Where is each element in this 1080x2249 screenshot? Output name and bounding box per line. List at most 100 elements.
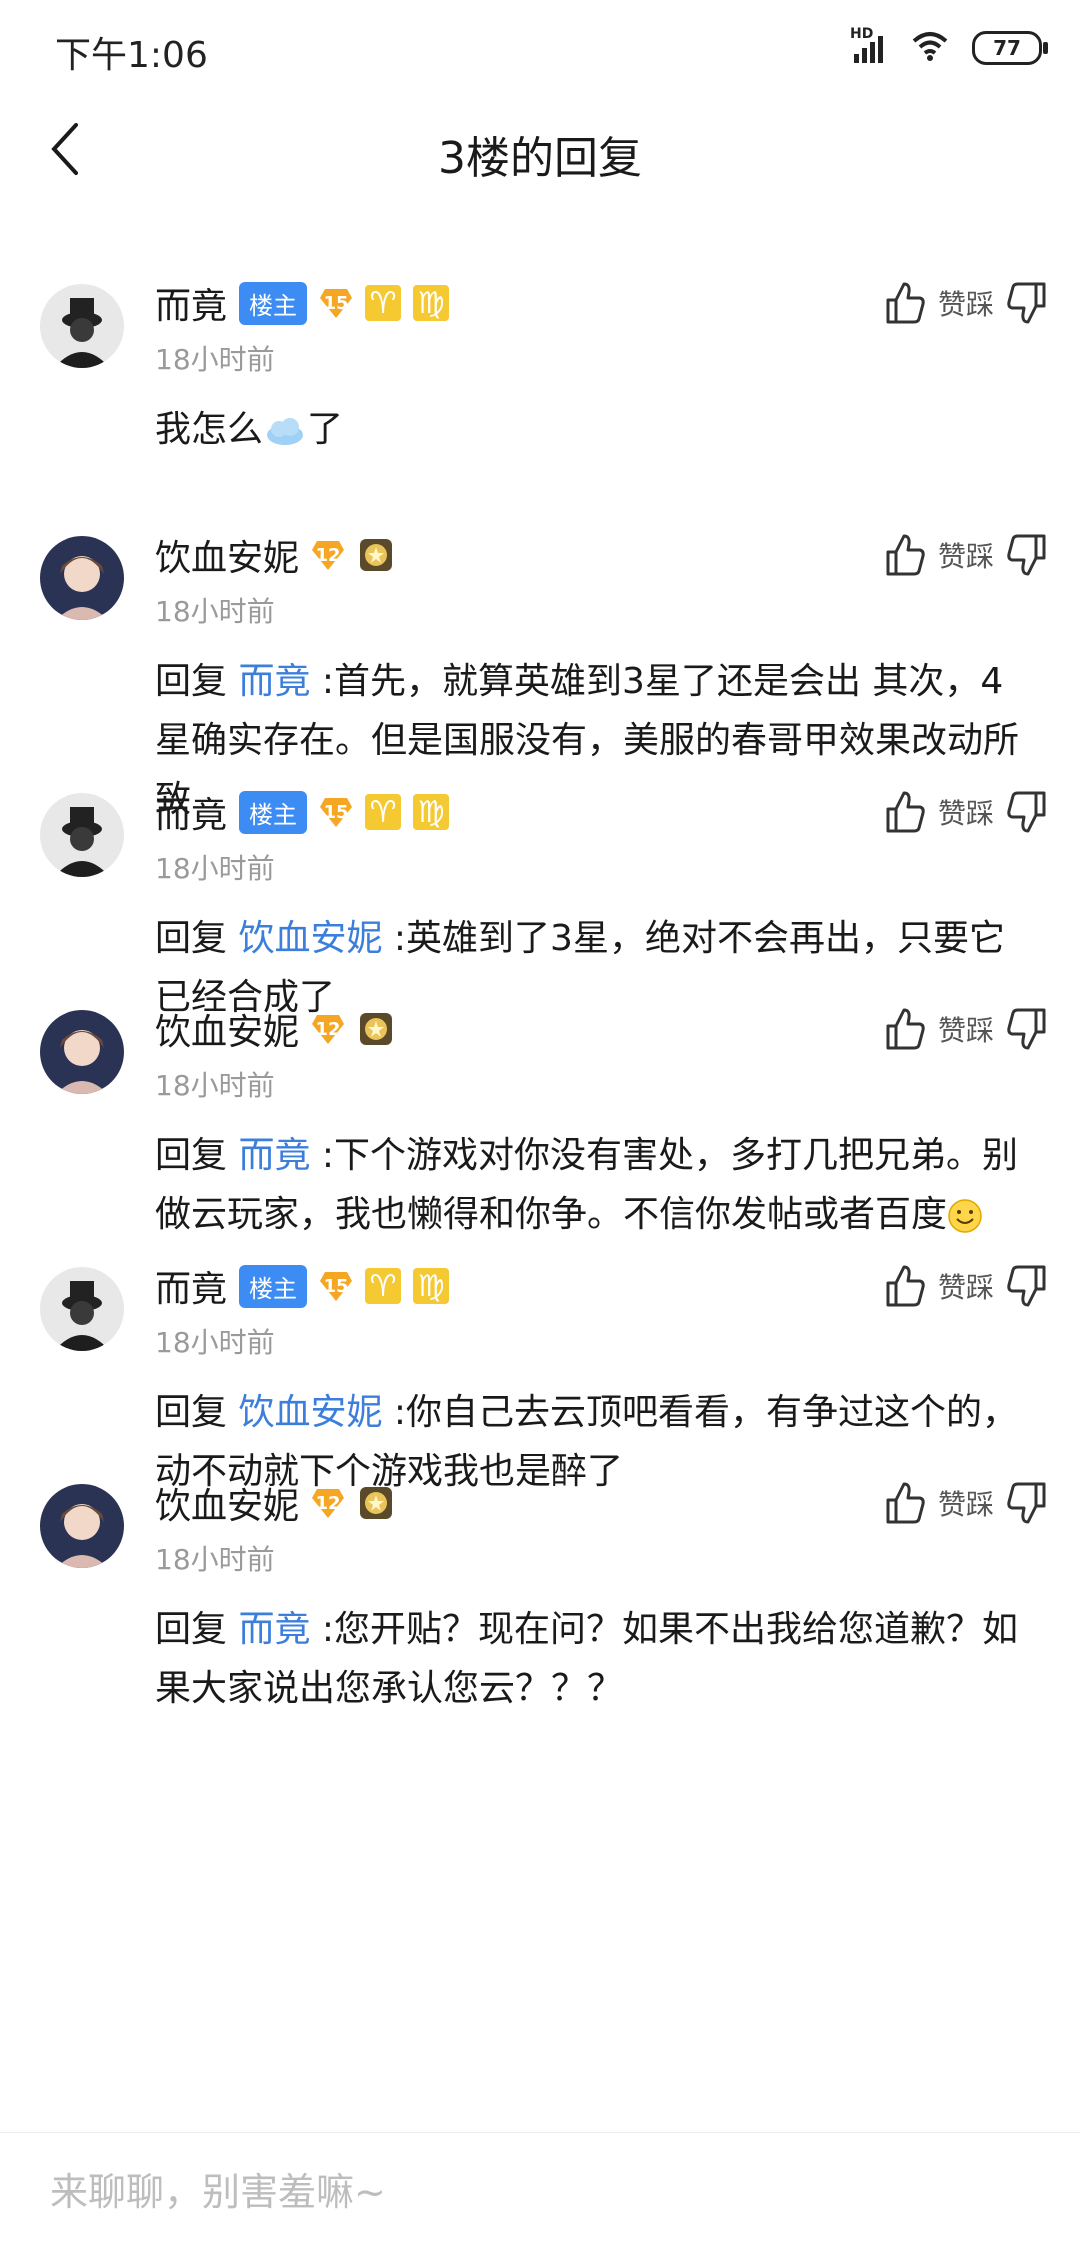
thumbs-down-icon[interactable] (1004, 1480, 1050, 1526)
zodiac-aries-icon: ♈ (365, 1268, 402, 1304)
level-number: 12 (315, 1018, 341, 1040)
post-time: 18小时前 (155, 852, 275, 885)
username[interactable]: 而竟 (155, 277, 227, 329)
title-bar: 3楼的回复 (0, 96, 1080, 206)
thumbs-up-icon[interactable] (882, 1263, 928, 1309)
thumbs-up-icon[interactable] (882, 1006, 928, 1052)
cloud-emoji-icon (267, 418, 304, 445)
status-time: 下午1:06 (55, 35, 208, 76)
level-number: 12 (315, 1492, 341, 1514)
signal-icon: HD (850, 26, 888, 64)
post-time: 18小时前 (155, 1543, 275, 1576)
level-number: 15 (323, 801, 349, 823)
user-info: 而竟 楼主 15 ♈ ♍ (155, 1259, 450, 1313)
network-type-label: HD (850, 26, 874, 42)
vote-label: 赞踩 (937, 540, 994, 573)
vote-actions: 赞踩 (882, 1002, 1050, 1056)
user-info: 而竟 楼主 15 ♈ ♍ (155, 276, 450, 330)
medal-icon (360, 1487, 393, 1519)
vote-label: 赞踩 (937, 1488, 994, 1521)
medal-icon (360, 539, 393, 571)
comment-item: 而竟 楼主 15 ♈ ♍ 18小时前 赞踩 回复 饮血安妮 :英雄到了3星，绝对… (0, 765, 1080, 1018)
reply-target-link[interactable]: 而竟 (238, 1609, 310, 1650)
username[interactable]: 饮血安妮 (155, 1003, 299, 1055)
reply-prefix: 回复 (155, 661, 228, 702)
avatar[interactable] (40, 1484, 124, 1568)
level-badge: 15 (319, 796, 353, 828)
status-bar: 下午1:06 HD 77 (0, 0, 1080, 96)
vote-label: 赞踩 (937, 1014, 994, 1047)
comment-text: 回复 而竟 :下个游戏对你没有害处，多打几把兄弟。别做云玩家，我也懒得和你争。不… (155, 1126, 1035, 1244)
smile-emoji-icon (948, 1199, 982, 1233)
username[interactable]: 饮血安妮 (155, 529, 299, 581)
avatar[interactable] (40, 1010, 124, 1094)
post-time: 18小时前 (155, 1326, 275, 1359)
vote-label: 赞踩 (937, 797, 994, 830)
vote-label: 赞踩 (937, 1271, 994, 1304)
comment-item: 饮血安妮 12 18小时前 赞踩 回复 而竟 :下个游戏对你没有害处，多打几把兄… (0, 982, 1080, 1239)
comment-input[interactable] (48, 2163, 1032, 2221)
owner-badge: 楼主 (239, 1264, 308, 1308)
thumbs-up-icon[interactable] (882, 532, 928, 578)
avatar[interactable] (40, 793, 124, 877)
username[interactable]: 而竟 (155, 1260, 227, 1312)
username[interactable]: 而竟 (155, 786, 227, 838)
comment-input-bar (0, 2132, 1080, 2249)
user-info: 饮血安妮 12 (155, 528, 395, 582)
post-time: 18小时前 (155, 1069, 275, 1102)
thumbs-up-icon[interactable] (882, 1480, 928, 1526)
username[interactable]: 饮血安妮 (155, 1477, 299, 1529)
level-number: 12 (315, 544, 341, 566)
user-info: 饮血安妮 12 (155, 1002, 395, 1056)
owner-badge: 楼主 (239, 790, 308, 834)
thumbs-down-icon[interactable] (1004, 789, 1050, 835)
thumbs-down-icon[interactable] (1004, 532, 1050, 578)
comment-list: 而竟 楼主 15 ♈ ♍ 18小时前 赞踩 我怎么 了 饮血安妮 12 18小时前… (0, 256, 1080, 1716)
reply-prefix: 回复 (155, 1392, 228, 1433)
avatar[interactable] (40, 1267, 124, 1351)
vote-actions: 赞踩 (882, 785, 1050, 839)
zodiac-aries-icon: ♈ (365, 794, 402, 830)
reply-target-link[interactable]: 饮血安妮 (238, 1392, 382, 1433)
thumbs-up-icon[interactable] (882, 789, 928, 835)
vote-actions: 赞踩 (882, 1476, 1050, 1530)
zodiac-virgo-icon: ♍ (413, 285, 450, 321)
reply-target-link[interactable]: 饮血安妮 (238, 918, 382, 959)
battery-level: 77 (993, 36, 1021, 60)
comment-item: 而竟 楼主 15 ♈ ♍ 18小时前 赞踩 我怎么 了 (0, 256, 1080, 508)
zodiac-virgo-icon: ♍ (413, 1268, 450, 1304)
zodiac-aries-icon: ♈ (365, 285, 402, 321)
thumbs-up-icon[interactable] (882, 280, 928, 326)
vote-actions: 赞踩 (882, 528, 1050, 582)
level-number: 15 (323, 1275, 349, 1297)
comment-text: 我怎么 了 (155, 400, 1035, 459)
level-badge: 12 (311, 1487, 345, 1519)
reply-target-link[interactable]: 而竟 (238, 661, 310, 702)
thumbs-down-icon[interactable] (1004, 280, 1050, 326)
reply-target-link[interactable]: 而竟 (238, 1135, 310, 1176)
reply-prefix: 回复 (155, 1609, 228, 1650)
reply-prefix: 回复 (155, 1135, 228, 1176)
zodiac-virgo-icon: ♍ (413, 794, 450, 830)
owner-badge: 楼主 (239, 281, 308, 325)
avatar[interactable] (40, 536, 124, 620)
thumbs-down-icon[interactable] (1004, 1263, 1050, 1309)
comment-item: 饮血安妮 12 18小时前 赞踩 回复 而竟 :您开贴？现在问？如果不出我给您道… (0, 1456, 1080, 1716)
level-number: 15 (323, 292, 349, 314)
user-info: 而竟 楼主 15 ♈ ♍ (155, 785, 450, 839)
level-badge: 15 (319, 287, 353, 319)
battery-icon: 77 (972, 31, 1048, 65)
level-badge: 12 (311, 1013, 345, 1045)
user-info: 饮血安妮 12 (155, 1476, 395, 1530)
text-segment: 了 (307, 409, 344, 450)
vote-actions: 赞踩 (882, 1259, 1050, 1313)
level-badge: 15 (319, 1270, 353, 1302)
comment-item: 而竟 楼主 15 ♈ ♍ 18小时前 赞踩 回复 饮血安妮 :你自己去云顶吧看看… (0, 1239, 1080, 1492)
status-icons: HD 77 (850, 26, 1048, 68)
wifi-icon (910, 30, 950, 66)
medal-icon (360, 1013, 393, 1045)
thumbs-down-icon[interactable] (1004, 1006, 1050, 1052)
text-segment: 我怎么 (155, 409, 264, 450)
comment-text: 回复 而竟 :您开贴？现在问？如果不出我给您道歉？如果大家说出您承认您云？？？ (155, 1600, 1035, 1718)
avatar[interactable] (40, 284, 124, 368)
